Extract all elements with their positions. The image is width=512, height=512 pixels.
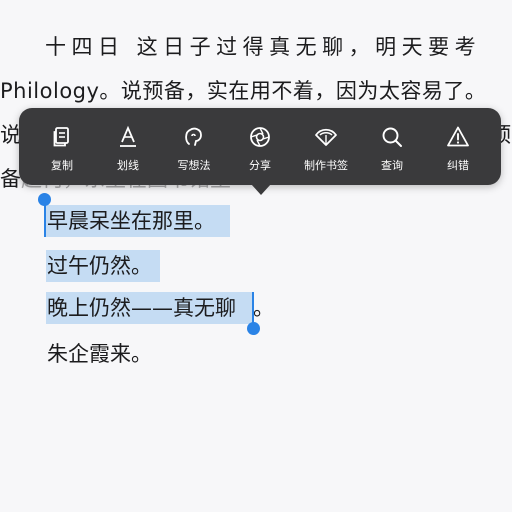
- warning-icon: [447, 126, 469, 147]
- selected-line-1[interactable]: 早晨呆坐在那里。: [47, 205, 215, 237]
- text-line-last: 朱企霞来。: [47, 342, 152, 366]
- copy-icon: [53, 127, 69, 147]
- lookup-label: 查询: [381, 159, 403, 172]
- selected-line-2[interactable]: 过午仍然。: [47, 250, 152, 282]
- toolbar-pointer: [251, 184, 271, 195]
- bookmark-fan-icon: [315, 128, 337, 146]
- selection-end-handle[interactable]: [247, 322, 260, 335]
- lookup-button[interactable]: 查询: [359, 108, 425, 185]
- text-line-1: 十四日 这日子过得真无聊，明天要考: [45, 35, 482, 59]
- underline-icon: [120, 125, 136, 147]
- underline-label: 划线: [117, 159, 139, 172]
- share-button[interactable]: 分享: [227, 108, 293, 185]
- search-icon: [382, 127, 402, 147]
- text-line-3-start: 说: [0, 123, 21, 147]
- underline-button[interactable]: 划线: [95, 108, 161, 185]
- make-bookmark-label: 制作书签: [304, 159, 348, 172]
- copy-label: 复制: [51, 159, 73, 172]
- make-bookmark-button[interactable]: 制作书签: [293, 108, 359, 185]
- selection-toolbar: 复制 划线 写想法 分享 制作书签 查询 纠错: [19, 108, 501, 185]
- copy-button[interactable]: 复制: [29, 108, 95, 185]
- share-icon: [250, 127, 270, 147]
- share-label: 分享: [249, 159, 271, 172]
- thought-icon: [185, 127, 202, 146]
- report-error-button[interactable]: 纠错: [425, 108, 491, 185]
- text-line-3: 说 顶: [0, 120, 511, 150]
- write-thought-button[interactable]: 写想法: [161, 108, 227, 185]
- text-line-4-start: 备: [0, 167, 21, 191]
- selection-end-caret: [252, 292, 254, 326]
- selected-line-3[interactable]: 晚上仍然——真无聊: [47, 292, 236, 324]
- write-thought-label: 写想法: [177, 159, 211, 172]
- report-error-label: 纠错: [447, 159, 469, 172]
- text-line-2: Philology。说预备，实在用不着，因为太容易了。: [0, 79, 487, 103]
- selection-start-handle[interactable]: [38, 193, 51, 206]
- line-3-tail: 。: [253, 296, 274, 320]
